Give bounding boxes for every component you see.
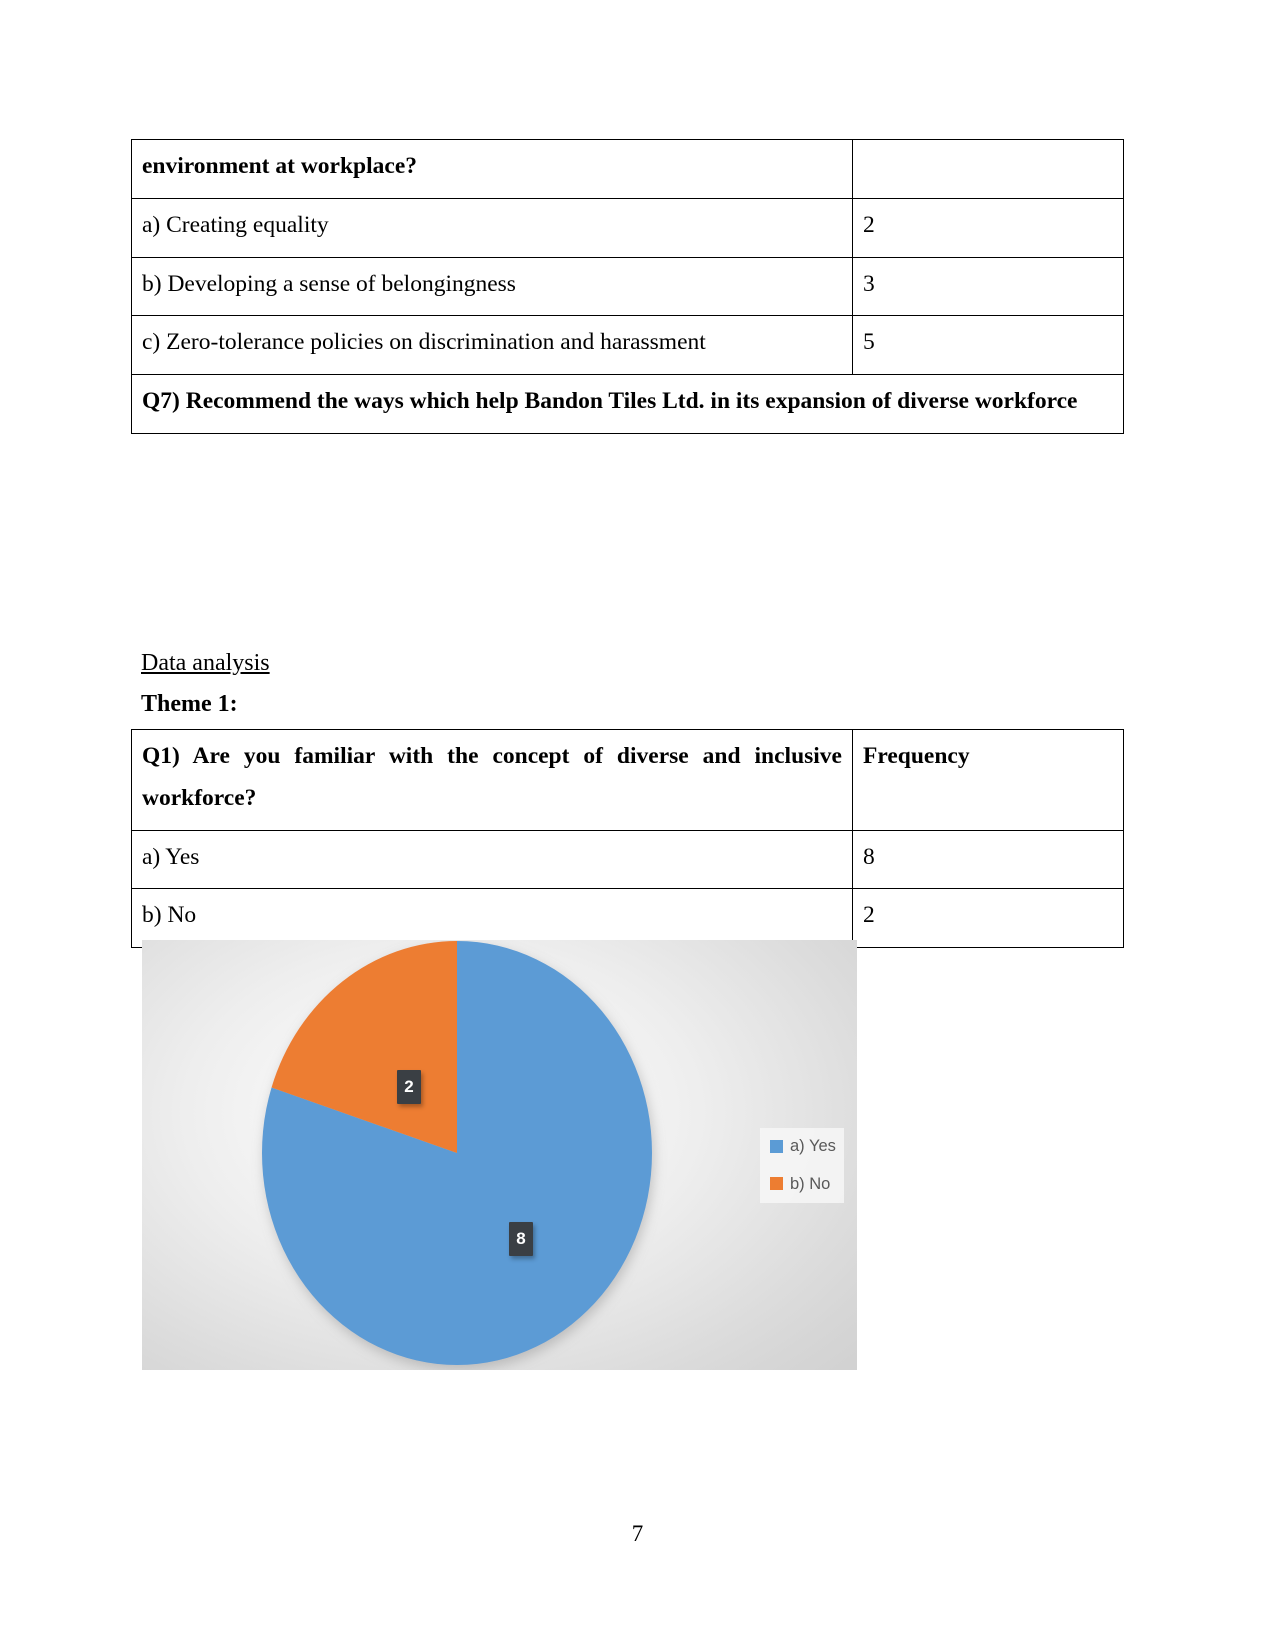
legend-label: b) No [790,1174,831,1193]
legend-label: a) Yes [790,1137,836,1155]
section-heading-data-analysis: Data analysis [141,650,270,676]
table-row: environment at workplace? [131,139,1124,199]
table-row-question-q7: Q7) Recommend the ways which help Bandon… [131,374,1124,435]
table-cell-label: environment at workplace? [131,139,853,199]
table-cell-value: 2 [852,888,1124,949]
table-cell-value: 3 [852,256,1124,317]
chart-legend: a) Yes b) No [760,1128,844,1203]
table-cell-label: b) No [131,888,853,949]
table-cell-value [852,139,1124,199]
table-row: b) No 2 [131,888,1124,949]
table-cell-label: c) Zero-tolerance policies on discrimina… [131,315,853,376]
survey-table-q6-continued: environment at workplace? a) Creating eq… [131,139,1124,435]
table-cell-label: a) Creating equality [131,197,853,258]
table-header-question: Q1) Are you familiar with the concept of… [131,729,853,831]
table-row: a) Creating equality 2 [131,197,1124,258]
table-cell-label: a) Yes [131,829,853,890]
legend-item-b-no: b) No [770,1174,836,1193]
document-page: environment at workplace? a) Creating eq… [0,0,1275,1650]
table-cell-value: 5 [852,315,1124,376]
table-row: c) Zero-tolerance policies on discrimina… [131,315,1124,376]
table-cell-value: 2 [852,197,1124,258]
table-header-frequency: Frequency [852,729,1124,831]
legend-swatch-icon [770,1139,783,1153]
table-cell-question-q7: Q7) Recommend the ways which help Bandon… [131,374,1124,435]
legend-item-a-yes: a) Yes [770,1138,836,1155]
table-cell-label: b) Developing a sense of belongingness [131,256,853,317]
pie-chart-figure: 2 8 a) Yes b) No [142,940,857,1370]
pie-chart-svg [261,941,652,1365]
survey-table-q1: Q1) Are you familiar with the concept of… [131,729,1124,949]
pie-data-label-b-no: 2 [397,1070,421,1104]
table-cell-value: 8 [852,829,1124,890]
pie-slices-group [261,941,652,1365]
table-row: b) Developing a sense of belongingness 3 [131,256,1124,317]
table-header-row: Q1) Are you familiar with the concept of… [131,729,1124,831]
table-row: a) Yes 8 [131,829,1124,890]
page-number: 7 [631,1521,644,1546]
pie-data-label-a-yes: 8 [509,1222,533,1256]
section-heading-theme-1: Theme 1: [141,691,238,717]
legend-swatch-icon [770,1177,783,1191]
